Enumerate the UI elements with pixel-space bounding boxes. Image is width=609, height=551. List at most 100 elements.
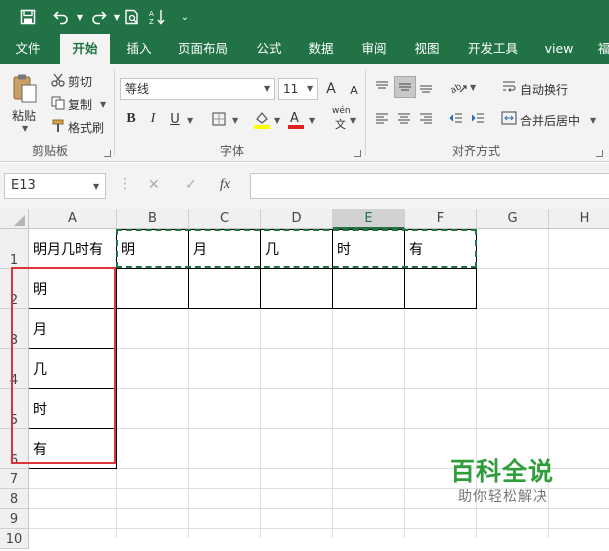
- copy-dropdown-icon[interactable]: ▼: [100, 100, 106, 109]
- sort-icon[interactable]: AZ: [146, 6, 170, 28]
- tab-insert[interactable]: 插入: [118, 34, 160, 64]
- svg-text:Z: Z: [149, 18, 154, 25]
- paste-dropdown-icon[interactable]: ▼: [22, 124, 28, 133]
- fill-color-dropdown-icon[interactable]: ▼: [274, 116, 280, 125]
- group-separator: [365, 70, 366, 156]
- cut-icon[interactable]: [50, 72, 66, 88]
- formula-input[interactable]: [250, 173, 609, 199]
- tab-developer[interactable]: 开发工具: [460, 34, 526, 64]
- ribbon-tab-bar: 文件 开始 插入 页面布局 公式 数据 审阅 视图 开发工具 view 福: [0, 34, 609, 64]
- row-header-9[interactable]: 9: [0, 509, 29, 529]
- column-header-d[interactable]: D: [261, 209, 333, 229]
- align-center-icon[interactable]: [394, 108, 414, 128]
- font-color-icon[interactable]: A: [286, 107, 306, 131]
- ribbon-home: 粘贴 ▼ 剪切 复制 ▼ 格式刷 剪贴板 等线 ▼ 11 ▼ A A B I U…: [0, 64, 609, 162]
- highlight-box: [11, 267, 116, 464]
- italic-button[interactable]: I: [144, 108, 162, 130]
- font-color-dropdown-icon[interactable]: ▼: [309, 116, 315, 125]
- copy-button[interactable]: 复制: [68, 96, 92, 113]
- column-header-f[interactable]: F: [405, 209, 477, 229]
- insert-function-icon[interactable]: fx: [220, 177, 230, 193]
- group-separator: [114, 70, 115, 156]
- svg-text:A: A: [290, 111, 299, 126]
- gridline: [548, 229, 549, 538]
- wrap-text-button[interactable]: 自动换行: [520, 81, 568, 98]
- format-painter-icon[interactable]: [50, 118, 66, 134]
- copy-icon[interactable]: [50, 95, 66, 111]
- paste-icon[interactable]: [10, 72, 40, 106]
- decrease-font-size-button[interactable]: A: [346, 81, 362, 99]
- align-right-icon[interactable]: [416, 108, 436, 128]
- font-group-label: 字体: [220, 144, 245, 158]
- row-header-1[interactable]: 1: [0, 229, 29, 269]
- underline-button[interactable]: U: [166, 108, 184, 130]
- phonetic-guide-button[interactable]: 文: [335, 116, 346, 132]
- format-painter-button[interactable]: 格式刷: [68, 119, 104, 136]
- align-bottom-icon[interactable]: [416, 76, 436, 98]
- align-top-icon[interactable]: [372, 76, 392, 96]
- tab-view-addin[interactable]: view: [538, 34, 580, 64]
- merge-center-button[interactable]: 合并后居中: [520, 112, 580, 129]
- merge-center-icon[interactable]: [500, 109, 518, 127]
- font-size-dropdown-icon[interactable]: ▼: [307, 84, 313, 93]
- paste-button[interactable]: 粘贴: [12, 107, 36, 124]
- enter-icon[interactable]: ✓: [185, 177, 197, 193]
- tab-more[interactable]: 福: [594, 34, 609, 64]
- gridline: [29, 528, 609, 529]
- column-header-a[interactable]: A: [29, 209, 117, 229]
- column-header-b[interactable]: B: [117, 209, 189, 229]
- column-header-c[interactable]: C: [189, 209, 261, 229]
- copy-marquee: [116, 229, 477, 268]
- orientation-dropdown-icon[interactable]: ▼: [470, 83, 476, 92]
- print-preview-icon[interactable]: [120, 6, 144, 28]
- column-header-e[interactable]: E: [333, 209, 405, 229]
- formula-bar-splitter-icon[interactable]: ⋮: [118, 176, 132, 192]
- watermark-title: 百科全说: [450, 457, 555, 486]
- customize-qat-icon[interactable]: ⌄: [176, 6, 194, 28]
- clipboard-launcher-icon[interactable]: [104, 150, 111, 157]
- align-middle-icon[interactable]: [394, 76, 416, 98]
- underline-dropdown-icon[interactable]: ▼: [187, 116, 193, 125]
- align-left-icon[interactable]: [372, 108, 392, 128]
- tab-view[interactable]: 视图: [406, 34, 448, 64]
- decrease-indent-icon[interactable]: [446, 108, 466, 128]
- font-name-dropdown-icon[interactable]: ▼: [264, 84, 270, 93]
- column-header-g[interactable]: G: [477, 209, 549, 229]
- bold-button[interactable]: B: [122, 108, 140, 130]
- fill-color-icon[interactable]: [252, 107, 272, 131]
- row-header-8[interactable]: 8: [0, 489, 29, 509]
- merge-center-dropdown-icon[interactable]: ▼: [590, 116, 596, 125]
- phonetic-dropdown-icon[interactable]: ▼: [350, 116, 356, 125]
- row-header-10[interactable]: 10: [0, 529, 29, 549]
- undo-icon[interactable]: [46, 6, 76, 28]
- font-launcher-icon[interactable]: [354, 150, 361, 157]
- row-header-7[interactable]: 7: [0, 469, 29, 489]
- wrap-text-icon[interactable]: [500, 78, 518, 96]
- name-box[interactable]: E13: [4, 173, 106, 199]
- name-box-dropdown-icon[interactable]: ▼: [93, 182, 99, 191]
- cancel-icon[interactable]: ✕: [148, 177, 160, 193]
- phonetic-guide-top[interactable]: wén: [332, 106, 351, 116]
- redo-icon[interactable]: [84, 6, 114, 28]
- column-header-h[interactable]: H: [549, 209, 609, 229]
- alignment-launcher-icon[interactable]: [596, 150, 603, 157]
- tab-file[interactable]: 文件: [8, 34, 48, 64]
- formula-bar: E13 ▼ ⋮ ✕ ✓ fx: [0, 163, 609, 209]
- borders-icon[interactable]: [209, 109, 229, 129]
- cut-button[interactable]: 剪切: [68, 73, 92, 90]
- tab-page-layout[interactable]: 页面布局: [172, 34, 234, 64]
- increase-font-size-button[interactable]: A: [322, 79, 340, 99]
- save-icon[interactable]: [14, 6, 42, 28]
- svg-text:A: A: [149, 10, 154, 18]
- borders-dropdown-icon[interactable]: ▼: [232, 116, 238, 125]
- tab-home[interactable]: 开始: [60, 34, 110, 64]
- cell-a1[interactable]: 明月几时有: [29, 229, 117, 269]
- font-name-select[interactable]: 等线: [120, 78, 275, 100]
- tab-formulas[interactable]: 公式: [248, 34, 290, 64]
- select-all-corner[interactable]: [0, 209, 29, 229]
- tab-review[interactable]: 审阅: [353, 34, 395, 64]
- tab-data[interactable]: 数据: [300, 34, 342, 64]
- orientation-icon[interactable]: ab: [448, 76, 470, 98]
- increase-indent-icon[interactable]: [468, 108, 488, 128]
- cell-border: [116, 308, 477, 309]
